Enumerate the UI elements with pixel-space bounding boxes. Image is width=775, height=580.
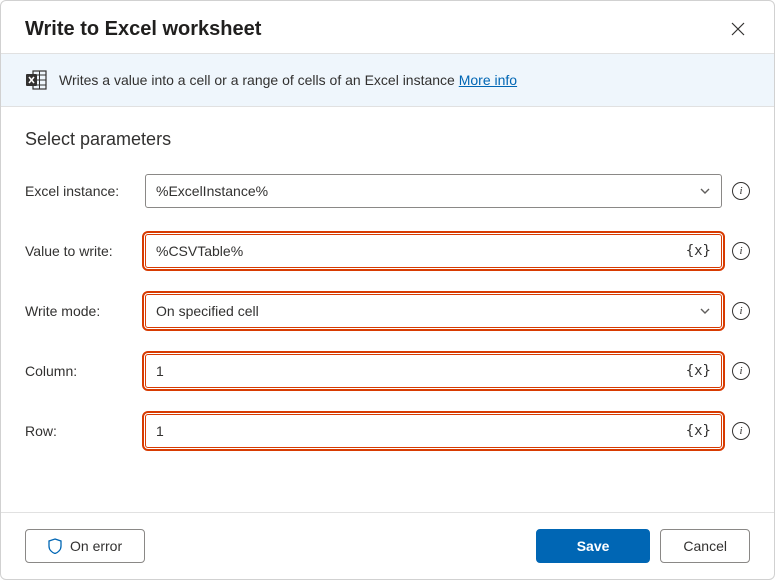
- excel-instance-select[interactable]: %ExcelInstance%: [145, 174, 722, 208]
- cancel-label: Cancel: [683, 538, 727, 554]
- field-wrap-value-to-write: %CSVTable% {x} i: [145, 234, 750, 268]
- close-button[interactable]: [726, 17, 750, 41]
- label-excel-instance: Excel instance:: [25, 183, 135, 199]
- column-input[interactable]: 1 {x}: [145, 354, 722, 388]
- write-mode-select[interactable]: On specified cell: [145, 294, 722, 328]
- field-wrap-column: 1 {x} i: [145, 354, 750, 388]
- chevron-down-icon: [699, 185, 711, 197]
- label-column: Column:: [25, 363, 135, 379]
- chevron-down-icon: [699, 305, 711, 317]
- close-icon: [730, 21, 746, 37]
- save-button[interactable]: Save: [536, 529, 651, 563]
- row-column: Column: 1 {x} i: [25, 354, 750, 388]
- label-write-mode: Write mode:: [25, 303, 135, 319]
- info-banner: Writes a value into a cell or a range of…: [1, 53, 774, 107]
- shield-icon: [48, 538, 62, 554]
- row-value: 1: [156, 423, 686, 439]
- dialog: Write to Excel worksheet Writes a value …: [0, 0, 775, 580]
- label-value-to-write: Value to write:: [25, 243, 135, 259]
- info-icon[interactable]: i: [732, 242, 750, 260]
- dialog-header: Write to Excel worksheet: [1, 1, 774, 53]
- section-title: Select parameters: [25, 129, 750, 150]
- variable-picker-icon[interactable]: {x}: [686, 363, 711, 379]
- field-wrap-excel-instance: %ExcelInstance% i: [145, 174, 750, 208]
- dialog-title: Write to Excel worksheet: [25, 18, 261, 41]
- on-error-label: On error: [70, 538, 122, 554]
- row-row: Row: 1 {x} i: [25, 414, 750, 448]
- info-icon[interactable]: i: [732, 362, 750, 380]
- row-write-mode: Write mode: On specified cell i: [25, 294, 750, 328]
- more-info-link[interactable]: More info: [459, 72, 517, 88]
- on-error-button[interactable]: On error: [25, 529, 145, 563]
- row-value-to-write: Value to write: %CSVTable% {x} i: [25, 234, 750, 268]
- dialog-body: Select parameters Excel instance: %Excel…: [1, 107, 774, 512]
- label-row: Row:: [25, 423, 135, 439]
- field-wrap-write-mode: On specified cell i: [145, 294, 750, 328]
- row-input[interactable]: 1 {x}: [145, 414, 722, 448]
- save-label: Save: [577, 538, 610, 554]
- row-excel-instance: Excel instance: %ExcelInstance% i: [25, 174, 750, 208]
- banner-text-content: Writes a value into a cell or a range of…: [59, 72, 459, 88]
- excel-icon: [25, 70, 47, 90]
- dialog-footer: On error Save Cancel: [1, 512, 774, 579]
- value-to-write-value: %CSVTable%: [156, 243, 686, 259]
- info-icon[interactable]: i: [732, 182, 750, 200]
- column-value: 1: [156, 363, 686, 379]
- variable-picker-icon[interactable]: {x}: [686, 243, 711, 259]
- cancel-button[interactable]: Cancel: [660, 529, 750, 563]
- info-icon[interactable]: i: [732, 302, 750, 320]
- write-mode-value: On specified cell: [156, 303, 699, 319]
- info-icon[interactable]: i: [732, 422, 750, 440]
- value-to-write-input[interactable]: %CSVTable% {x}: [145, 234, 722, 268]
- field-wrap-row: 1 {x} i: [145, 414, 750, 448]
- excel-instance-value: %ExcelInstance%: [156, 183, 699, 199]
- banner-text: Writes a value into a cell or a range of…: [59, 72, 517, 88]
- variable-picker-icon[interactable]: {x}: [686, 423, 711, 439]
